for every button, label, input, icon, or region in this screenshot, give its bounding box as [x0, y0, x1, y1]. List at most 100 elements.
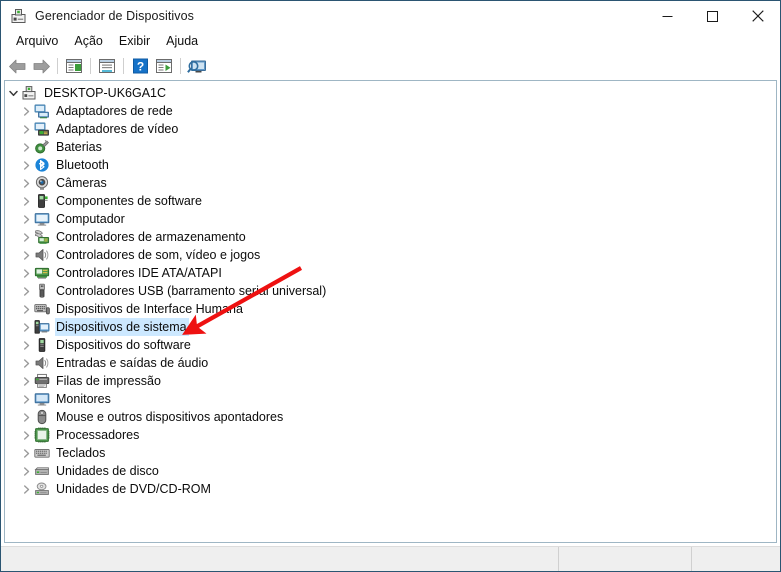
hid-device-icon	[34, 301, 50, 317]
chevron-right-icon[interactable]	[18, 426, 34, 444]
chevron-right-icon[interactable]	[18, 282, 34, 300]
help-icon[interactable]: ?	[128, 55, 152, 77]
chevron-right-icon[interactable]	[18, 444, 34, 462]
disk-drive-icon	[34, 463, 50, 479]
tree-row-mice[interactable]: Mouse e outros dispositivos apontadores	[5, 408, 776, 426]
tree-row-audio-io[interactable]: Entradas e saídas de áudio	[5, 354, 776, 372]
toolbar: ?	[1, 53, 780, 80]
status-cell-tertiary	[691, 547, 780, 571]
menu-item-arquivo[interactable]: Arquivo	[8, 32, 66, 52]
chevron-right-icon[interactable]	[18, 462, 34, 480]
chevron-right-icon[interactable]	[18, 336, 34, 354]
tree-node-label: Unidades de disco	[56, 464, 159, 478]
tree-node-label: Câmeras	[56, 176, 107, 190]
chevron-down-icon[interactable]	[5, 84, 21, 102]
software-component-icon	[34, 193, 50, 209]
tree-row-display-adapters[interactable]: Adaptadores de vídeo	[5, 120, 776, 138]
tree-node-label: Filas de impressão	[56, 374, 161, 388]
software-device-icon	[34, 337, 50, 353]
device-manager-icon	[10, 8, 27, 25]
tree-node-label: Adaptadores de vídeo	[56, 122, 179, 136]
chevron-right-icon[interactable]	[18, 390, 34, 408]
back-arrow-icon[interactable]	[5, 55, 29, 77]
tree-row-dvd-drives[interactable]: Unidades de DVD/CD-ROM	[5, 480, 776, 498]
tree-row-system-devices[interactable]: Dispositivos de sistema	[5, 318, 776, 336]
camera-icon	[34, 175, 50, 191]
maximize-button[interactable]	[690, 1, 735, 31]
storage-controller-icon	[34, 229, 50, 245]
tree-row-network-adapters[interactable]: Adaptadores de rede	[5, 102, 776, 120]
show-hide-console-tree-icon[interactable]	[62, 55, 86, 77]
device-tree-panel[interactable]: DESKTOP-UK6GA1C Adaptadores de rede Adap…	[4, 80, 777, 543]
forward-arrow-icon[interactable]	[29, 55, 53, 77]
bluetooth-icon	[34, 157, 50, 173]
status-bar	[1, 546, 780, 571]
menu-bar: Arquivo Ação Exibir Ajuda	[1, 31, 780, 53]
print-queue-icon	[34, 373, 50, 389]
svg-text:?: ?	[136, 59, 143, 73]
tree-node-label: Bluetooth	[56, 158, 109, 172]
device-manager-window: Gerenciador de Dispositivos Arquivo Ação…	[0, 0, 781, 572]
sound-controller-icon	[34, 247, 50, 263]
tree-row-hid-devices[interactable]: Dispositivos de Interface Humana	[5, 300, 776, 318]
battery-icon	[34, 139, 50, 155]
properties-icon[interactable]	[95, 55, 119, 77]
tree-row-usb-controllers[interactable]: Controladores USB (barramento serial uni…	[5, 282, 776, 300]
chevron-right-icon[interactable]	[18, 102, 34, 120]
tree-node-label: Processadores	[56, 428, 140, 442]
tree-row-processors[interactable]: Processadores	[5, 426, 776, 444]
tree-row-keyboards[interactable]: Teclados	[5, 444, 776, 462]
chevron-right-icon[interactable]	[18, 300, 34, 318]
chevron-right-icon[interactable]	[18, 174, 34, 192]
menu-item-exibir[interactable]: Exibir	[111, 32, 158, 52]
scan-hardware-changes-icon[interactable]	[185, 55, 209, 77]
chevron-right-icon[interactable]	[18, 354, 34, 372]
tree-row-cameras[interactable]: Câmeras	[5, 174, 776, 192]
tree-node-label: Computador	[56, 212, 125, 226]
close-button[interactable]	[735, 1, 780, 31]
minimize-button[interactable]	[645, 1, 690, 31]
tree-row-monitors[interactable]: Monitores	[5, 390, 776, 408]
status-cell-secondary	[558, 547, 691, 571]
tree-node-label: Controladores de armazenamento	[56, 230, 246, 244]
tree-node-label: Controladores IDE ATA/ATAPI	[56, 266, 222, 280]
tree-row-storage-controllers[interactable]: Controladores de armazenamento	[5, 228, 776, 246]
chevron-right-icon[interactable]	[18, 246, 34, 264]
usb-controller-icon	[34, 283, 50, 299]
chevron-right-icon[interactable]	[18, 318, 34, 336]
title-bar: Gerenciador de Dispositivos	[1, 1, 780, 31]
tree-row-sound-controllers[interactable]: Controladores de som, vídeo e jogos	[5, 246, 776, 264]
tree-node-label: Unidades de DVD/CD-ROM	[56, 482, 211, 496]
status-cell-message	[1, 547, 558, 571]
tree-row-computer[interactable]: Computador	[5, 210, 776, 228]
chevron-right-icon[interactable]	[18, 408, 34, 426]
chevron-right-icon[interactable]	[18, 264, 34, 282]
chevron-right-icon[interactable]	[18, 372, 34, 390]
update-driver-icon[interactable]	[152, 55, 176, 77]
keyboard-icon	[34, 445, 50, 461]
chevron-right-icon[interactable]	[18, 120, 34, 138]
tree-row-root[interactable]: DESKTOP-UK6GA1C	[5, 84, 776, 102]
tree-node-label: Controladores de som, vídeo e jogos	[56, 248, 261, 262]
tree-row-software-components[interactable]: Componentes de software	[5, 192, 776, 210]
tree-row-print-queues[interactable]: Filas de impressão	[5, 372, 776, 390]
tree-row-software-devices[interactable]: Dispositivos do software	[5, 336, 776, 354]
tree-row-bluetooth[interactable]: Bluetooth	[5, 156, 776, 174]
computer-icon	[34, 211, 50, 227]
mouse-icon	[34, 409, 50, 425]
tree-row-batteries[interactable]: Baterias	[5, 138, 776, 156]
processor-icon	[34, 427, 50, 443]
chevron-right-icon[interactable]	[18, 192, 34, 210]
chevron-right-icon[interactable]	[18, 480, 34, 498]
menu-item-ajuda[interactable]: Ajuda	[158, 32, 206, 52]
chevron-right-icon[interactable]	[18, 210, 34, 228]
tree-row-disk-drives[interactable]: Unidades de disco	[5, 462, 776, 480]
computer-root-icon	[21, 85, 37, 101]
chevron-right-icon[interactable]	[18, 156, 34, 174]
chevron-right-icon[interactable]	[18, 138, 34, 156]
menu-item-acao[interactable]: Ação	[66, 32, 111, 52]
tree-node-label: Adaptadores de rede	[56, 104, 173, 118]
device-tree: DESKTOP-UK6GA1C Adaptadores de rede Adap…	[5, 81, 776, 498]
chevron-right-icon[interactable]	[18, 228, 34, 246]
tree-row-ide-controllers[interactable]: Controladores IDE ATA/ATAPI	[5, 264, 776, 282]
